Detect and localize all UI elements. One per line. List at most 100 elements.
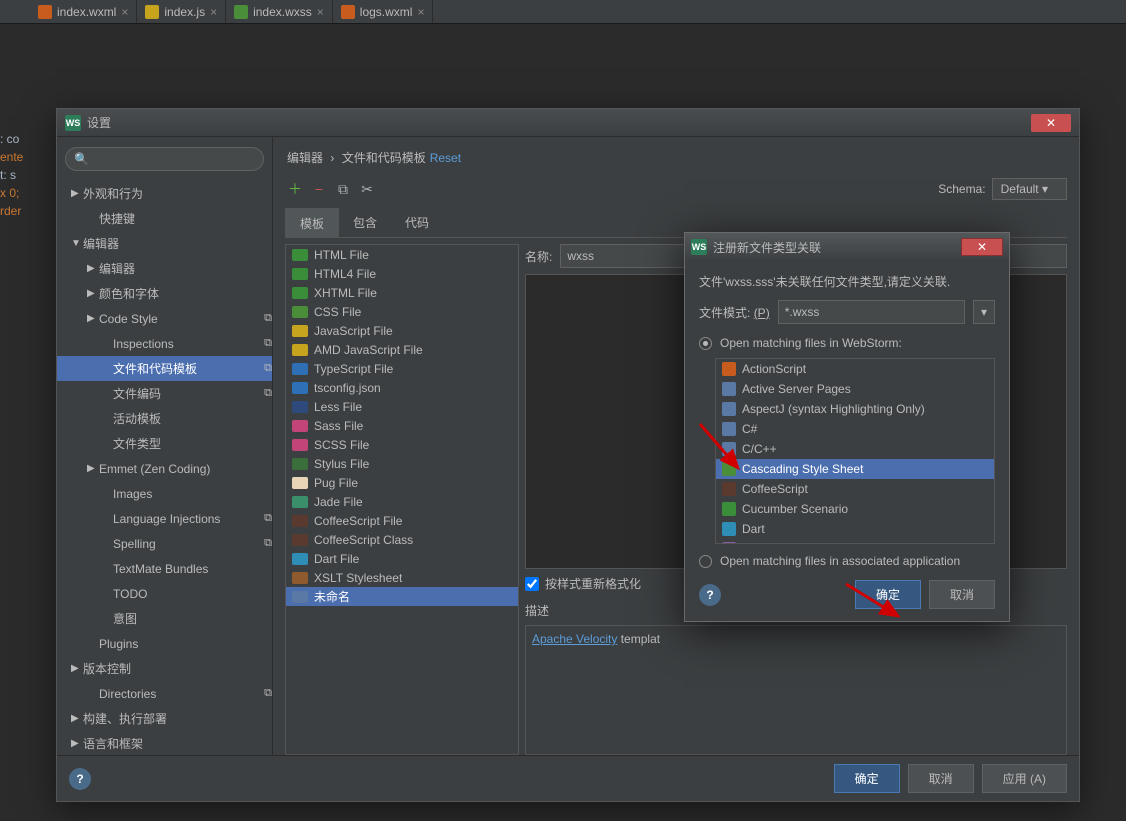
modal-ok-button[interactable]: 确定 — [855, 580, 921, 609]
sidebar-item[interactable]: TODO — [57, 581, 272, 606]
close-icon[interactable]: × — [317, 5, 324, 19]
close-icon[interactable]: × — [210, 5, 217, 19]
sidebar-item[interactable]: ▼编辑器 — [57, 231, 272, 256]
tab-includes[interactable]: 包含 — [339, 208, 391, 237]
modal-titlebar[interactable]: WS 注册新文件类型关联 ✕ — [685, 233, 1009, 261]
file-list-item[interactable]: HTML File — [286, 245, 518, 264]
filetype-item[interactable]: Cucumber Scenario — [716, 499, 994, 519]
file-list-item[interactable]: JavaScript File — [286, 321, 518, 340]
file-type-icon — [292, 477, 308, 489]
filetype-item[interactable]: ActionScript — [716, 359, 994, 379]
file-list-item[interactable]: CoffeeScript Class — [286, 530, 518, 549]
file-list-item[interactable]: tsconfig.json — [286, 378, 518, 397]
file-list-item[interactable]: XHTML File — [286, 283, 518, 302]
file-list-item[interactable]: Pug File — [286, 473, 518, 492]
pattern-input[interactable] — [778, 300, 965, 324]
filetype-item[interactable]: Diagram — [716, 539, 994, 544]
window-close-button[interactable]: ✕ — [1031, 114, 1071, 132]
sidebar-item[interactable]: ▶编辑器 — [57, 256, 272, 281]
file-list-item[interactable]: Less File — [286, 397, 518, 416]
sidebar-item[interactable]: ▶版本控制 — [57, 656, 272, 681]
tree-arrow-icon: ▶ — [71, 713, 83, 724]
file-list-item[interactable]: 未命名 — [286, 587, 518, 606]
revert-button[interactable]: ✂ — [357, 179, 377, 199]
dialog-titlebar[interactable]: WS 设置 ✕ — [57, 109, 1079, 137]
velocity-link[interactable]: Apache Velocity — [532, 632, 617, 646]
sidebar-item[interactable]: 活动模板 — [57, 406, 272, 431]
file-list-item[interactable]: Dart File — [286, 549, 518, 568]
wxml-file-icon — [341, 5, 355, 19]
sidebar-item[interactable]: Language Injections⧉ — [57, 506, 272, 531]
file-list-item[interactable]: Jade File — [286, 492, 518, 511]
filetype-item[interactable]: C# — [716, 419, 994, 439]
radio-open-in-webstorm[interactable]: Open matching files in WebStorm: — [699, 336, 995, 350]
sidebar-item[interactable]: TextMate Bundles — [57, 556, 272, 581]
file-list-item[interactable]: Sass File — [286, 416, 518, 435]
sidebar-item[interactable]: ▶Emmet (Zen Coding) — [57, 456, 272, 481]
sidebar-item[interactable]: ▶语言和框架 — [57, 731, 272, 755]
file-list-item[interactable]: SCSS File — [286, 435, 518, 454]
sidebar-item[interactable]: ▶颜色和字体 — [57, 281, 272, 306]
sidebar-item[interactable]: ▶外观和行为 — [57, 181, 272, 206]
apply-button[interactable]: 应用 (A) — [982, 764, 1067, 793]
ok-button[interactable]: 确定 — [834, 764, 900, 793]
filetype-label: Diagram — [742, 542, 787, 544]
radio-open-associated[interactable]: Open matching files in associated applic… — [699, 554, 995, 568]
filetype-item[interactable]: Active Server Pages — [716, 379, 994, 399]
filetype-item[interactable]: C/C++ — [716, 439, 994, 459]
search-input[interactable] — [93, 152, 255, 166]
file-list-item[interactable]: CSS File — [286, 302, 518, 321]
file-list-item[interactable]: Stylus File — [286, 454, 518, 473]
editor-tab[interactable]: index.wxss × — [226, 0, 333, 23]
modal-close-button[interactable]: ✕ — [961, 238, 1003, 256]
filetype-item[interactable]: Dart — [716, 519, 994, 539]
pattern-dropdown[interactable]: ▾ — [973, 300, 995, 324]
sidebar-item[interactable]: ▶Code Style⧉ — [57, 306, 272, 331]
sidebar-item[interactable]: Inspections⧉ — [57, 331, 272, 356]
file-list-item[interactable]: XSLT Stylesheet — [286, 568, 518, 587]
cancel-button[interactable]: 取消 — [908, 764, 974, 793]
help-icon[interactable]: ? — [699, 584, 721, 606]
webstorm-icon: WS — [691, 239, 707, 255]
filetype-list[interactable]: ActionScriptActive Server PagesAspectJ (… — [715, 358, 995, 544]
schema-select[interactable]: Default ▾ — [992, 178, 1067, 200]
settings-search[interactable]: 🔍 — [65, 147, 264, 171]
help-icon[interactable]: ? — [69, 768, 91, 790]
sidebar-item[interactable]: Directories⧉ — [57, 681, 272, 706]
sidebar-item[interactable]: 意图 — [57, 606, 272, 631]
close-icon[interactable]: × — [417, 5, 424, 19]
sidebar-item[interactable]: 快捷键 — [57, 206, 272, 231]
sidebar-item[interactable]: Spelling⧉ — [57, 531, 272, 556]
file-list-item[interactable]: HTML4 File — [286, 264, 518, 283]
sidebar-item[interactable]: 文件编码⧉ — [57, 381, 272, 406]
editor-tab[interactable]: logs.wxml× — [333, 0, 434, 23]
sidebar-item[interactable]: Plugins — [57, 631, 272, 656]
sidebar-item[interactable]: ▶构建、执行部署 — [57, 706, 272, 731]
template-file-list[interactable]: HTML FileHTML4 FileXHTML FileCSS FileJav… — [285, 244, 519, 755]
filetype-item[interactable]: CoffeeScript — [716, 479, 994, 499]
reset-link[interactable]: Reset — [430, 151, 461, 165]
copy-button[interactable]: ⧉ — [333, 179, 353, 199]
settings-tree[interactable]: ▶外观和行为快捷键 ▼编辑器▶编辑器▶颜色和字体▶Code Style⧉Inspe… — [57, 181, 272, 755]
sidebar-item[interactable]: 文件类型 — [57, 431, 272, 456]
modal-cancel-button[interactable]: 取消 — [929, 580, 995, 609]
tab-label: index.wxss — [253, 5, 312, 19]
sidebar-item-label: 快捷键 — [99, 210, 272, 227]
sidebar-item-label: Emmet (Zen Coding) — [99, 462, 272, 476]
file-list-item[interactable]: CoffeeScript File — [286, 511, 518, 530]
file-list-item[interactable]: TypeScript File — [286, 359, 518, 378]
filetype-item[interactable]: Cascading Style Sheet — [716, 459, 994, 479]
tab-code[interactable]: 代码 — [391, 208, 443, 237]
add-button[interactable]: ＋ — [285, 179, 305, 199]
filetype-item[interactable]: AspectJ (syntax Highlighting Only) — [716, 399, 994, 419]
editor-tab[interactable]: index.js× — [137, 0, 226, 23]
reformat-check-input[interactable] — [525, 577, 539, 591]
editor-tab[interactable]: index.wxml× — [30, 0, 137, 23]
sidebar-item[interactable]: 文件和代码模板⧉ — [57, 356, 272, 381]
file-type-icon — [292, 553, 308, 565]
sidebar-item[interactable]: Images — [57, 481, 272, 506]
tab-templates[interactable]: 模板 — [285, 208, 339, 238]
close-icon[interactable]: × — [121, 5, 128, 19]
remove-button[interactable]: − — [309, 179, 329, 199]
file-list-item[interactable]: AMD JavaScript File — [286, 340, 518, 359]
